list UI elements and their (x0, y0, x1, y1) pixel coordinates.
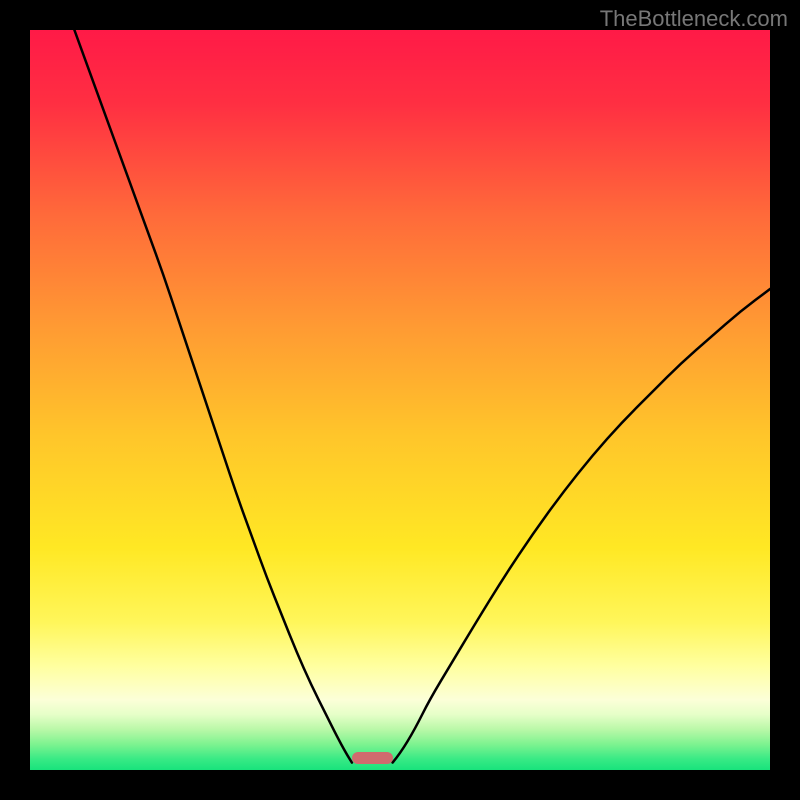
curve-right-branch (393, 289, 770, 763)
minimum-marker (352, 752, 393, 765)
curve-left-branch (74, 30, 352, 763)
chart-frame: TheBottleneck.com (0, 0, 800, 800)
plot-area (30, 30, 770, 770)
curve-layer (30, 30, 770, 770)
watermark-text: TheBottleneck.com (600, 6, 788, 32)
